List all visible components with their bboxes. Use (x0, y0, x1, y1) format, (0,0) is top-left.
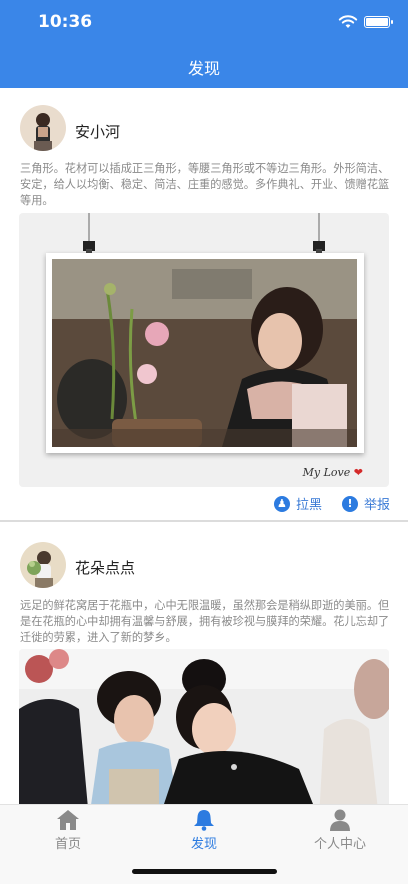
tab-discover[interactable]: 发现 (136, 809, 272, 852)
tab-label: 发现 (190, 837, 217, 852)
battery-icon (364, 16, 393, 28)
bell-icon (194, 810, 214, 831)
post-image[interactable] (19, 649, 389, 804)
home-indicator (132, 869, 277, 874)
user-icon (330, 809, 350, 831)
avatar[interactable] (20, 542, 66, 588)
post-card: 花朵点点 远足的鲜花窝居于花瓶中，心中无限温暖，虽然那会是稍纵即逝的美丽。但是在… (0, 88, 408, 804)
feed-list[interactable]: 安小河 三角形。花材可以插成正三角形，等腰三角形或不等边三角形。外形简洁、安定，… (0, 88, 408, 804)
tab-profile[interactable]: 个人中心 (272, 809, 408, 852)
tab-home[interactable]: 首页 (0, 809, 136, 852)
post-username[interactable]: 花朵点点 (75, 557, 135, 578)
tab-label: 首页 (54, 837, 81, 852)
app-header: 10:36 发现 (0, 0, 408, 88)
tab-label: 个人中心 (313, 837, 366, 852)
status-icons (338, 14, 393, 30)
wifi-icon (338, 15, 358, 28)
page-title: 发现 (187, 59, 220, 78)
home-icon (57, 810, 79, 830)
status-time: 10:36 (38, 12, 93, 32)
post-text: 远足的鲜花窝居于花瓶中，心中无限温暖，虽然那会是稍纵即逝的美丽。但是在花瓶的心中… (20, 599, 390, 644)
